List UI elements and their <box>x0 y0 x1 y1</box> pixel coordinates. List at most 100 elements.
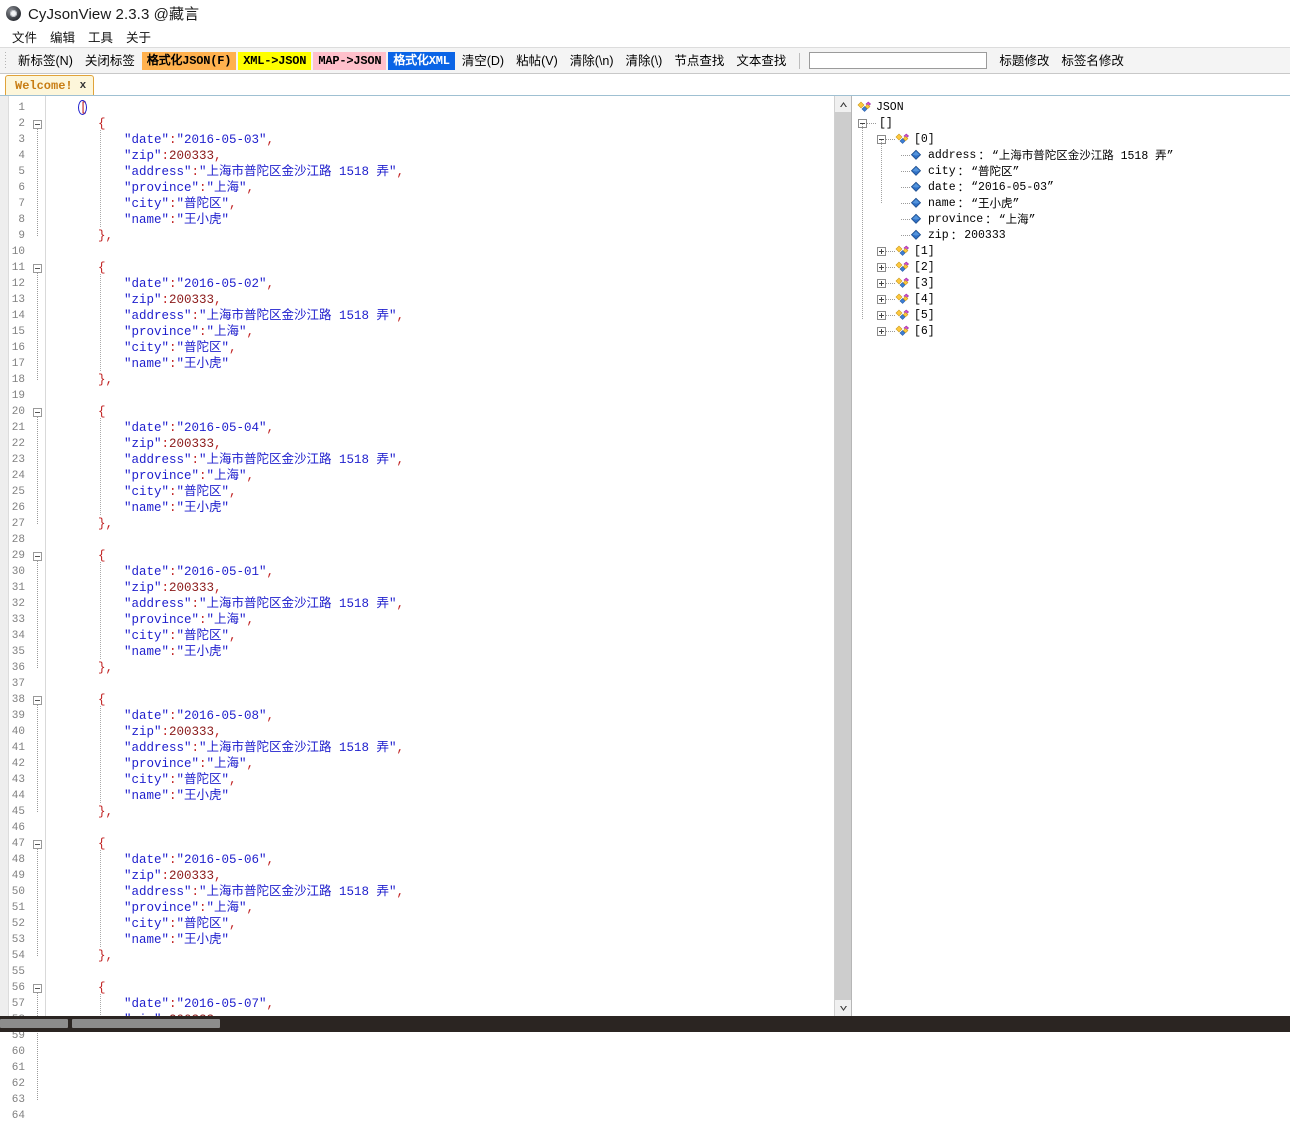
code-line[interactable]: "address":"上海市普陀区金沙江路 1518 弄", <box>124 740 404 756</box>
fold-toggle-icon[interactable] <box>33 840 42 849</box>
node-search-button[interactable]: 节点查找 <box>669 52 729 70</box>
tab-name-edit-button[interactable]: 标签名修改 <box>1056 52 1129 70</box>
code-line[interactable]: "address":"上海市普陀区金沙江路 1518 弄", <box>124 596 404 612</box>
hscroll-thumb-left[interactable] <box>0 1019 68 1028</box>
scroll-up-icon[interactable] <box>835 96 851 112</box>
code-line[interactable]: }, <box>98 948 113 964</box>
tree-node-root[interactable]: JSON <box>857 99 1174 115</box>
menu-item-tools[interactable]: 工具 <box>82 26 120 47</box>
tree-leaf-city[interactable]: city ： “普陀区” <box>857 163 1174 179</box>
code-line[interactable]: }, <box>98 228 113 244</box>
code-line[interactable]: "date":"2016-05-08", <box>124 708 274 724</box>
tree-node-item-4[interactable]: [4] <box>857 291 1174 307</box>
code-line[interactable]: "province":"上海", <box>124 612 254 628</box>
close-tab-button[interactable]: 关闭标签 <box>80 52 140 70</box>
json-tree-pane[interactable]: JSON[] [0] address ： “上海市普陀区金沙江路 1518 弄” ci… <box>852 96 1290 1016</box>
tree-node-item-6[interactable]: [6] <box>857 323 1174 339</box>
tree-leaf-address[interactable]: address ： “上海市普陀区金沙江路 1518 弄” <box>857 147 1174 163</box>
editor-scroll-thumb[interactable] <box>835 112 851 1000</box>
search-input[interactable] <box>809 52 988 69</box>
code-line[interactable]: "zip":200333, <box>124 580 222 596</box>
code-line[interactable]: "name":"王小虎" <box>124 500 229 516</box>
fold-toggle-icon[interactable] <box>33 264 42 273</box>
fold-toggle-icon[interactable] <box>33 552 42 561</box>
hscroll-thumb-main[interactable] <box>72 1019 220 1028</box>
code-line[interactable]: "city":"普陀区", <box>124 628 237 644</box>
xml-to-json-button[interactable]: XML->JSON <box>238 51 312 70</box>
tree-leaf-date[interactable]: date ： “2016-05-03” <box>857 179 1174 195</box>
code-line[interactable]: "date":"2016-05-02", <box>124 276 274 292</box>
close-icon[interactable]: x <box>80 80 87 92</box>
expand-item-icon[interactable] <box>877 294 886 304</box>
code-line[interactable]: "date":"2016-05-04", <box>124 420 274 436</box>
fold-toggle-icon[interactable] <box>33 984 42 993</box>
remove-newline-button[interactable]: 清除(\n) <box>565 52 619 70</box>
code-line[interactable]: "address":"上海市普陀区金沙江路 1518 弄", <box>124 164 404 180</box>
tree-node-item-1[interactable]: [1] <box>857 243 1174 259</box>
code-line[interactable]: "address":"上海市普陀区金沙江路 1518 弄", <box>124 452 404 468</box>
fold-toggle-icon[interactable] <box>33 120 42 129</box>
clear-all-button[interactable]: 清空(D) <box>457 52 509 70</box>
line-number-gutter[interactable]: 1 2 3 4 5 6 7 8 9 10 11 12 13 14 15 16 17 18 19 20 21 22 23 24 2… <box>0 96 46 1122</box>
code-line[interactable]: "date":"2016-05-07", <box>124 996 274 1012</box>
code-line[interactable]: "name":"王小虎" <box>124 356 229 372</box>
tree-node-array[interactable]: [] <box>857 115 1174 131</box>
expand-item-icon[interactable] <box>877 326 886 336</box>
title-edit-button[interactable]: 标题修改 <box>994 52 1054 70</box>
code-line[interactable]: "zip":200333, <box>124 292 222 308</box>
code-line[interactable]: "zip":200333, <box>124 724 222 740</box>
tree-leaf-province[interactable]: province ： “上海” <box>857 211 1174 227</box>
code-line[interactable]: "name":"王小虎" <box>124 788 229 804</box>
horizontal-scrollbar[interactable] <box>0 1016 1290 1032</box>
code-line[interactable]: "province":"上海", <box>124 324 254 340</box>
paste-button[interactable]: 粘帖(V) <box>511 52 563 70</box>
code-line[interactable]: "city":"普陀区", <box>124 196 237 212</box>
code-line[interactable]: "province":"上海", <box>124 756 254 772</box>
expand-item-icon[interactable] <box>877 278 886 288</box>
code-line[interactable]: "city":"普陀区", <box>124 916 237 932</box>
code-line[interactable]: "city":"普陀区", <box>124 772 237 788</box>
fold-toggle-icon[interactable] <box>33 696 42 705</box>
map-to-json-button[interactable]: MAP->JSON <box>313 51 387 70</box>
code-line[interactable]: }, <box>98 516 113 532</box>
code-line[interactable]: "name":"王小虎" <box>124 212 229 228</box>
tree-node-item-0[interactable]: [0] <box>857 131 1174 147</box>
code-line[interactable]: }, <box>98 660 113 676</box>
scroll-down-icon[interactable] <box>835 1000 851 1016</box>
expand-item-icon[interactable] <box>877 262 886 272</box>
tree-node-item-3[interactable]: [3] <box>857 275 1174 291</box>
menu-item-file[interactable]: 文件 <box>6 26 44 47</box>
code-line[interactable]: "date":"2016-05-01", <box>124 564 274 580</box>
code-line[interactable]: "province":"上海", <box>124 468 254 484</box>
new-tab-button[interactable]: 新标签(N) <box>13 52 78 70</box>
code-line[interactable]: "city":"普陀区", <box>124 340 237 356</box>
code-line[interactable]: }, <box>98 804 113 820</box>
code-line[interactable]: }, <box>98 372 113 388</box>
code-line[interactable]: "date":"2016-05-06", <box>124 852 274 868</box>
format-json-button[interactable]: 格式化JSON(F) <box>141 51 237 70</box>
expand-item-icon[interactable] <box>877 310 886 320</box>
code-line[interactable]: "date":"2016-05-03", <box>124 132 274 148</box>
code-line[interactable]: "zip":200333, <box>124 868 222 884</box>
code-line[interactable]: [ <box>78 100 88 116</box>
menu-item-edit[interactable]: 编辑 <box>44 26 82 47</box>
code-line[interactable]: "name":"王小虎" <box>124 932 229 948</box>
tree-node-item-5[interactable]: [5] <box>857 307 1174 323</box>
code-line[interactable]: "zip":200333, <box>124 148 222 164</box>
fold-toggle-icon[interactable] <box>33 408 42 417</box>
code-line[interactable]: "zip":200333, <box>124 436 222 452</box>
tree-leaf-name[interactable]: name ： “王小虎” <box>857 195 1174 211</box>
code-line[interactable]: "address":"上海市普陀区金沙江路 1518 弄", <box>124 884 404 900</box>
format-xml-button[interactable]: 格式化XML <box>388 51 455 70</box>
code-line[interactable]: "name":"王小虎" <box>124 644 229 660</box>
code-line[interactable]: "address":"上海市普陀区金沙江路 1518 弄", <box>124 308 404 324</box>
code-line[interactable]: "province":"上海", <box>124 900 254 916</box>
toolbar-grip[interactable] <box>3 52 9 69</box>
code-line[interactable]: "city":"普陀区", <box>124 484 237 500</box>
menu-item-about[interactable]: 关于 <box>120 26 158 47</box>
editor-vertical-scrollbar[interactable] <box>834 96 851 1016</box>
tree-node-item-2[interactable]: [2] <box>857 259 1174 275</box>
code-line[interactable]: "province":"上海", <box>124 180 254 196</box>
tab-welcome[interactable]: Welcome! x <box>5 75 95 95</box>
json-code-area[interactable]: [{"date":"2016-05-03", "zip":200333, "addr… <box>46 96 851 1016</box>
